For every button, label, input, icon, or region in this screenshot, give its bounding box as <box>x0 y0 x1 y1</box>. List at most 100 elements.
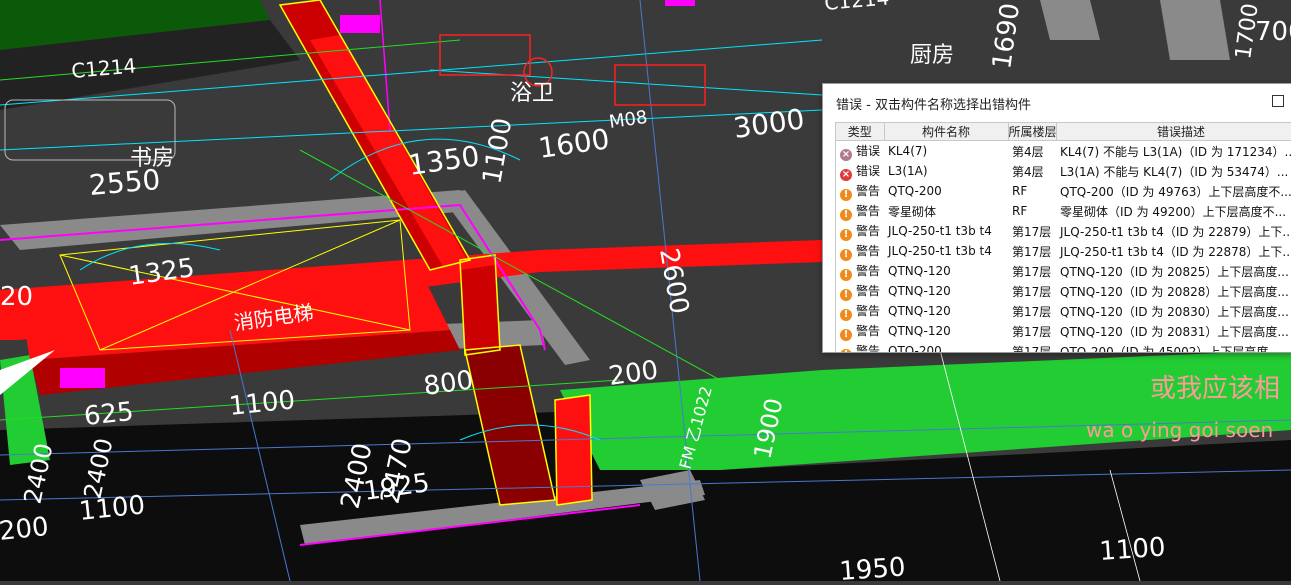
cell-description: KL4(7) 不能与 L3(1A)（ID 为 171234）... <box>1060 144 1291 159</box>
dialog-title: 错误 - 双击构件名称选择出错构件 <box>836 98 1031 113</box>
cell-component-name[interactable]: JLQ-250-t1 t3b t4 <box>884 241 1008 261</box>
table-header-row: 类型 构件名称 所属楼层 错误描述 <box>836 123 1291 141</box>
cell-type: ! 警告 <box>836 281 884 301</box>
type-label: 警告 <box>856 283 881 298</box>
cell-type: ! 警告 <box>836 321 884 341</box>
dimension-label: 2550 <box>88 163 162 202</box>
cell-description: QTNQ-120（ID 为 20830）上下层高度... <box>1060 304 1289 319</box>
wall <box>1160 0 1230 60</box>
cell-type: ! 警告 <box>836 201 884 221</box>
table-row[interactable]: ! 警告 QTNQ-120 第17层 QTNQ-120（ID 为 20831）上下层高度… <box>836 321 1291 341</box>
table-row[interactable]: × 错误 L3(1A) 第4层 L3(1A) 不能与 KL4(7)（ID 为 53474… <box>836 161 1291 181</box>
cell-type: × 错误 <box>836 161 884 181</box>
type-label: 警告 <box>856 203 881 218</box>
magenta-block <box>340 15 380 33</box>
table-row[interactable]: ! 警告 零星砌体 RF 零星砌体（ID 为 49200）上下层高度不... <box>836 201 1291 221</box>
cell-floor: 第4层 <box>1012 164 1044 179</box>
warning-icon: ! <box>840 228 852 241</box>
cell-floor: 第17层 <box>1012 344 1052 353</box>
type-label: 警告 <box>856 223 881 238</box>
column-header-floor[interactable]: 所属楼层 <box>1008 123 1057 141</box>
warning-icon: ! <box>840 248 852 261</box>
cell-floor: 第4层 <box>1012 144 1044 159</box>
error-rows: × 错误 KL4(7) 第4层 KL4(7) 不能与 L3(1A)（ID 为 17123… <box>836 141 1291 353</box>
error-table: 类型 构件名称 所属楼层 错误描述 × 错误 KL4(7) 第4层 KL4(7) 不能与… <box>836 123 1291 353</box>
cell-floor: 第17层 <box>1012 304 1052 319</box>
dimension-label: 200 <box>0 512 50 547</box>
type-label: 错误 <box>856 143 881 158</box>
wall <box>1040 0 1100 40</box>
error-list[interactable]: 类型 构件名称 所属楼层 错误描述 × 错误 KL4(7) 第4层 KL4(7) 不能与… <box>835 122 1291 353</box>
cell-description: QTQ-200（ID 为 49763）上下层高度不... <box>1060 184 1291 199</box>
video-subtitle-chinese: 或我应该相 <box>1150 374 1281 404</box>
table-row[interactable]: ! 警告 QTNQ-120 第17层 QTNQ-120（ID 为 20828）上下层高度… <box>836 281 1291 301</box>
warning-icon: ! <box>840 308 852 321</box>
type-label: 警告 <box>856 303 881 318</box>
warning-icon: ! <box>840 188 852 201</box>
cell-description: QTNQ-120（ID 为 20825）上下层高度... <box>1060 264 1289 279</box>
error-icon: × <box>840 168 852 181</box>
table-row[interactable]: ! 警告 QTQ-200 RF QTQ-200（ID 为 49763）上下层高度不... <box>836 181 1291 201</box>
room-label: 浴卫 <box>510 81 554 106</box>
cell-description: QTQ-200（ID 为 45002）上下层高度... <box>1060 344 1280 353</box>
warning-icon: ! <box>840 208 852 221</box>
cell-component-name[interactable]: QTNQ-120 <box>884 261 1008 281</box>
column-header-name[interactable]: 构件名称 <box>884 123 1009 141</box>
error-dialog[interactable]: 错误 - 双击构件名称选择出错构件 类型 构件名称 所属楼层 错误描述 × 错误 K… <box>822 83 1291 353</box>
cell-component-name[interactable]: QTNQ-120 <box>884 281 1008 301</box>
cell-component-name[interactable]: QTNQ-120 <box>884 301 1008 321</box>
table-row[interactable]: ! 警告QTQ-200 第17层 QTQ-200（ID 为 45002）上下层高度..… <box>836 341 1291 353</box>
magenta-block <box>60 368 105 388</box>
warning-icon: ! <box>840 328 852 341</box>
table-row[interactable]: × 错误 KL4(7) 第4层 KL4(7) 不能与 L3(1A)（ID 为 17123… <box>836 141 1291 162</box>
cell-floor: 第17层 <box>1012 224 1052 239</box>
cell-type: ! 警告 <box>836 181 884 201</box>
cell-floor: 第17层 <box>1012 264 1052 279</box>
type-label: 警告 <box>856 343 881 353</box>
cell-description: 零星砌体（ID 为 49200）上下层高度不... <box>1060 204 1287 219</box>
type-label: 错误 <box>856 163 881 178</box>
cell-description: L3(1A) 不能与 KL4(7)（ID 为 53474）... <box>1060 164 1289 179</box>
cell-description: JLQ-250-t1 t3b t4（ID 为 22878）上下... <box>1060 244 1291 259</box>
table-row[interactable]: ! 警告 JLQ-250-t1 t3b t4 第17层 JLQ-250-t1 t3b t… <box>836 221 1291 241</box>
cell-component-name[interactable]: 零星砌体 <box>884 201 1008 221</box>
error-icon: × <box>840 148 852 161</box>
dialog-titlebar[interactable]: 错误 - 双击构件名称选择出错构件 <box>823 84 1291 120</box>
type-label: 警告 <box>856 183 881 198</box>
dimension-label: 1950 <box>838 552 906 581</box>
cell-type: ! 警告 <box>836 241 884 261</box>
table-row[interactable]: ! 警告 JLQ-250-t1 t3b t4 第17层 JLQ-250-t1 t3b t… <box>836 241 1291 261</box>
cell-component-name[interactable]: QTNQ-120 <box>884 321 1008 341</box>
cell-component-name[interactable]: QTQ-200 <box>884 341 1008 352</box>
type-label: 警告 <box>856 263 881 278</box>
table-row[interactable]: ! 警告 QTNQ-120 第17层 QTNQ-120（ID 为 20825）上下层高度… <box>836 261 1291 281</box>
warning-icon: ! <box>840 268 852 281</box>
cell-type: × 错误 <box>836 141 884 162</box>
cell-type: ! 警告 <box>836 261 884 281</box>
maximize-icon[interactable] <box>1272 95 1284 107</box>
cell-component-name[interactable]: KL4(7) <box>884 141 1008 162</box>
cell-component-name[interactable]: QTQ-200 <box>884 181 1008 201</box>
cell-component-name[interactable]: JLQ-250-t1 t3b t4 <box>884 221 1008 241</box>
cell-floor: 第17层 <box>1012 324 1052 339</box>
cell-type: ! 警告 <box>836 341 884 353</box>
cell-floor: RF <box>1012 184 1028 198</box>
warning-icon: ! <box>840 348 852 352</box>
dimension-label: 625 <box>83 397 136 432</box>
dimension-label: 20 <box>0 282 33 312</box>
cell-type: ! 警告 <box>836 301 884 321</box>
cell-floor: 第17层 <box>1012 244 1052 259</box>
cell-floor: 第17层 <box>1012 284 1052 299</box>
table-row[interactable]: ! 警告 QTNQ-120 第17层 QTNQ-120（ID 为 20830）上下层高度… <box>836 301 1291 321</box>
magenta-block <box>665 0 695 6</box>
video-subtitle-pinyin: wa o ying goi soen <box>1086 418 1274 442</box>
column-header-description[interactable]: 错误描述 <box>1056 123 1291 141</box>
cell-floor: RF <box>1012 204 1028 218</box>
column-header-type[interactable]: 类型 <box>836 123 885 141</box>
cell-description: QTNQ-120（ID 为 20828）上下层高度... <box>1060 284 1289 299</box>
column <box>555 395 592 505</box>
cell-component-name[interactable]: L3(1A) <box>884 161 1008 181</box>
type-label: 警告 <box>856 243 881 258</box>
dimension-label: 1100 <box>1098 532 1166 567</box>
column <box>460 265 500 355</box>
